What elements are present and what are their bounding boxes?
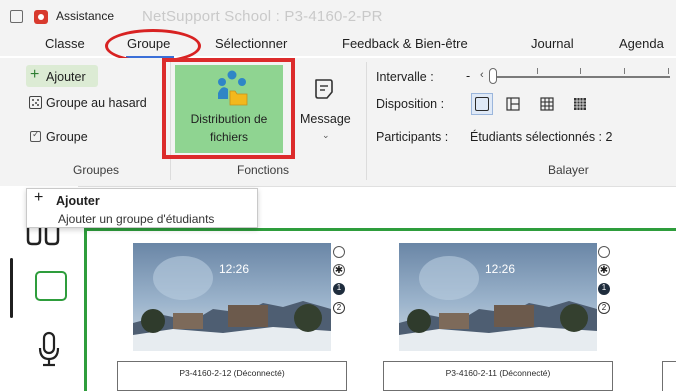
slider-minus[interactable]: - <box>466 69 470 83</box>
group-badge-1: 1 <box>333 283 345 295</box>
thumbnail-clock: 12:26 <box>485 262 516 276</box>
tooltip-plus-icon: + <box>34 189 44 206</box>
layout-split-icon[interactable] <box>506 97 520 111</box>
participants-label: Participants : <box>376 130 449 144</box>
gear-icon: ✱ <box>333 264 345 276</box>
section-label-fonctions: Fonctions <box>237 163 290 177</box>
tooltip-description: Ajouter un groupe d'étudiants <box>58 212 215 226</box>
student-name-label: P3-4160-2-11 (Déconnecté) <box>383 361 613 391</box>
layout-single-button[interactable] <box>471 93 493 115</box>
ribbon-divider <box>366 62 367 180</box>
ribbon-tab-bar <box>0 32 676 56</box>
student-screen-thumbnail[interactable] <box>399 243 597 351</box>
window-menu-icon[interactable] <box>10 10 23 23</box>
status-badge <box>333 246 345 258</box>
group-badge-1: 1 <box>598 283 610 295</box>
slider-left-arrow-icon: ‹ <box>480 69 484 81</box>
app-logo-icon <box>34 10 48 24</box>
tooltip-title: Ajouter <box>56 194 100 208</box>
section-label-groupes: Groupes <box>73 163 120 177</box>
groups-view-icon[interactable] <box>24 228 72 248</box>
checkbox-icon: ✓ <box>30 129 41 142</box>
student-screen-thumbnail[interactable] <box>133 243 331 351</box>
slider-tick <box>537 68 538 74</box>
rail-selection-indicator <box>10 258 13 318</box>
group-badge-2: 2 <box>598 302 610 314</box>
student-name-label <box>662 361 676 391</box>
group-button[interactable]: Groupe <box>46 130 88 144</box>
tab-feedback[interactable]: Feedback & Bien-être <box>342 36 468 51</box>
interval-label: Intervalle : <box>376 70 434 84</box>
participants-value: Étudiants sélectionnés : 2 <box>470 130 613 144</box>
layout-dense-grid-icon[interactable] <box>573 97 587 111</box>
random-group-button[interactable]: Groupe au hasard <box>46 96 147 110</box>
message-button[interactable]: Message <box>300 112 351 126</box>
group-badge-2: 2 <box>333 302 345 314</box>
slider-tick <box>580 68 581 74</box>
layout-label: Disposition : <box>376 97 445 111</box>
add-label: Ajouter <box>46 70 86 84</box>
thumbnail-clock: 12:26 <box>219 262 250 276</box>
group-canvas-border <box>84 228 87 391</box>
layout-single-icon <box>475 97 489 111</box>
tab-agenda[interactable]: Agenda <box>619 36 664 51</box>
layout-grid-icon[interactable] <box>540 97 554 111</box>
dice-icon <box>29 96 42 109</box>
highlight-box <box>162 58 295 159</box>
status-badge <box>598 246 610 258</box>
plus-icon: + <box>30 66 40 83</box>
slider-tick <box>668 68 669 74</box>
rectangle-tool-icon[interactable] <box>35 271 67 301</box>
interval-slider[interactable] <box>490 76 670 78</box>
tab-selectionner[interactable]: Sélectionner <box>215 36 287 51</box>
chevron-down-icon[interactable]: ⌄ <box>322 130 330 141</box>
microphone-icon[interactable] <box>37 331 61 371</box>
slider-tick <box>624 68 625 74</box>
tab-classe[interactable]: Classe <box>45 36 85 51</box>
message-icon <box>315 79 333 99</box>
gear-icon: ✱ <box>598 264 610 276</box>
student-name-label: P3-4160-2-12 (Déconnecté) <box>117 361 347 391</box>
group-canvas-border <box>84 228 676 231</box>
window-title: NetSupport School : P3-4160-2-PR <box>142 8 383 25</box>
section-label-balayer: Balayer <box>548 163 589 177</box>
interval-slider-thumb[interactable] <box>489 68 497 84</box>
app-name: Assistance <box>56 9 115 23</box>
tab-journal[interactable]: Journal <box>531 36 574 51</box>
